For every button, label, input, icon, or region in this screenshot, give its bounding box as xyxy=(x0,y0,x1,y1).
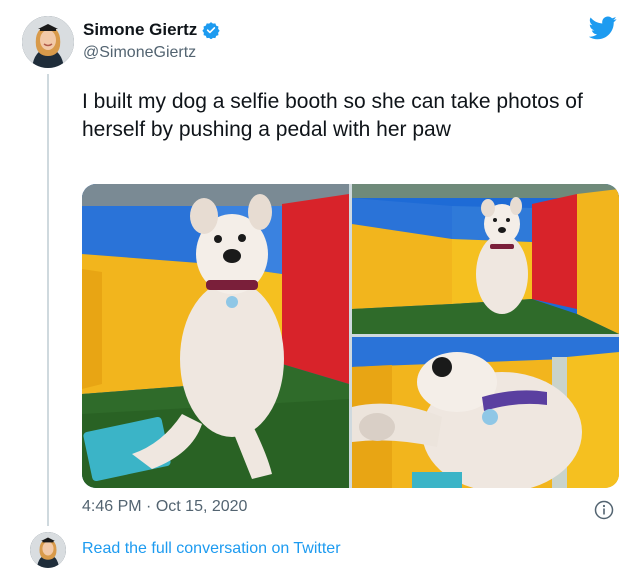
photo-dog-in-booth[interactable] xyxy=(352,184,619,334)
photo-dog-on-pedal[interactable] xyxy=(82,184,349,488)
reader-avatar xyxy=(30,532,66,568)
read-full-conversation-link[interactable]: Read the full conversation on Twitter xyxy=(82,540,341,558)
author-name-row: Simone Giertz xyxy=(83,20,220,40)
photo-dog-closeup[interactable] xyxy=(352,337,619,488)
media-grid xyxy=(82,184,619,488)
thread-line xyxy=(47,74,49,526)
tweet-text: I built my dog a selfie booth so she can… xyxy=(82,90,583,141)
tweet-time: 4:46 PM xyxy=(82,498,142,515)
info-icon[interactable] xyxy=(594,500,614,520)
author-display-name[interactable]: Simone Giertz xyxy=(83,20,197,40)
author-avatar[interactable] xyxy=(22,16,74,68)
author-handle[interactable]: @SimoneGiertz xyxy=(83,44,196,62)
meta-separator: · xyxy=(146,498,152,515)
twitter-bird-icon[interactable] xyxy=(588,16,617,42)
tweet-date: Oct 15, 2020 xyxy=(155,498,248,515)
tweet-card: Simone Giertz @SimoneGiertz I built my d… xyxy=(0,0,640,578)
tweet-timestamp[interactable]: 4:46 PM · Oct 15, 2020 xyxy=(82,498,247,516)
verified-badge-icon xyxy=(202,21,220,40)
